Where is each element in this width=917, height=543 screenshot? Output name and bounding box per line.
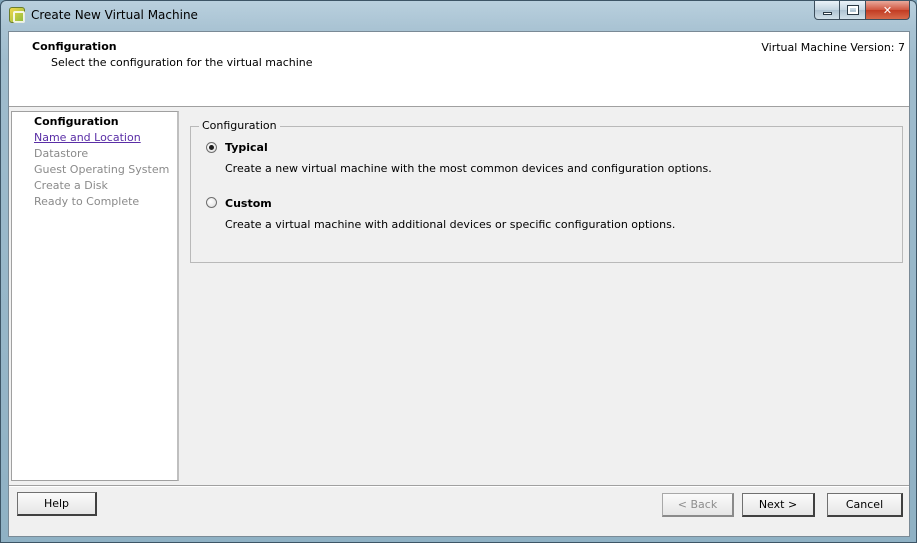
configuration-group-legend: Configuration: [199, 119, 280, 132]
custom-option-description: Create a virtual machine with additional…: [225, 218, 676, 231]
next-button[interactable]: Next >: [742, 493, 815, 517]
cancel-button[interactable]: Cancel: [827, 493, 903, 517]
close-button[interactable]: ✕: [866, 1, 910, 20]
page-title: Configuration: [32, 40, 117, 53]
wizard-header: Configuration Select the configuration f…: [9, 32, 909, 107]
help-button[interactable]: Help: [17, 492, 97, 516]
page-subtitle: Select the configuration for the virtual…: [51, 56, 313, 69]
custom-radio[interactable]: [206, 197, 217, 208]
custom-option-label[interactable]: Custom: [225, 197, 272, 210]
step-guest-operating-system: Guest Operating System: [34, 163, 170, 176]
back-button[interactable]: < Back: [662, 493, 734, 517]
typical-option-description: Create a new virtual machine with the mo…: [225, 162, 712, 175]
title-bar[interactable]: Create New Virtual Machine ✕: [1, 1, 916, 31]
typical-radio[interactable]: [206, 142, 217, 153]
step-name-and-location[interactable]: Name and Location: [34, 131, 141, 144]
wizard-window: Create New Virtual Machine ✕ Configurati…: [0, 0, 917, 543]
configuration-group: Configuration Typical Create a new virtu…: [190, 119, 903, 263]
step-configuration: Configuration: [34, 115, 119, 128]
wizard-steps-sidebar: Configuration Name and Location Datastor…: [11, 111, 179, 481]
vsphere-app-icon: [9, 7, 25, 23]
minimize-icon: [822, 11, 832, 15]
window-title: Create New Virtual Machine: [31, 8, 198, 22]
step-datastore: Datastore: [34, 147, 89, 160]
typical-option-label[interactable]: Typical: [225, 141, 268, 154]
step-ready-to-complete: Ready to Complete: [34, 195, 140, 208]
wizard-client-area: Configuration Select the configuration f…: [8, 31, 910, 537]
window-controls: ✕: [814, 1, 910, 21]
step-create-a-disk: Create a Disk: [34, 179, 108, 192]
close-icon: ✕: [882, 3, 893, 17]
minimize-button[interactable]: [814, 1, 840, 20]
maximize-icon: [846, 5, 859, 15]
maximize-button[interactable]: [840, 1, 866, 20]
footer-separator: [9, 485, 909, 487]
vm-version-label: Virtual Machine Version: 7: [761, 41, 905, 54]
